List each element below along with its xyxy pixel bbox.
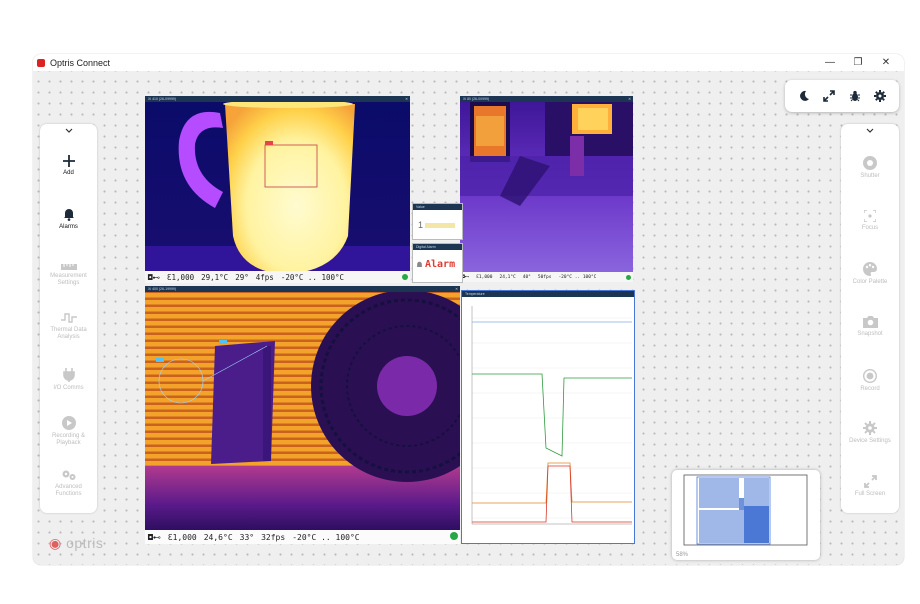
ruler-icon [60,264,77,270]
fov-value: 40° [522,274,531,280]
shutter-button[interactable]: Shutter [841,156,899,180]
alarm-widget[interactable]: Digital Alarm Alarm [412,243,463,283]
widget-header: Temperature [462,291,634,297]
view-header: Xi 410 (26-09999) ✕ [145,96,410,102]
range-value: -20°C .. 100°C [558,274,597,280]
close-view-icon[interactable]: ✕ [455,286,458,292]
view-header: Xi 400 (26-19999) ✕ [145,286,460,292]
pulse-icon [60,313,77,323]
minimap-canvas [683,474,808,546]
advanced-functions-button[interactable]: Advanced Functions [40,469,97,498]
status-ok-icon [450,532,458,540]
thermal-image-mug [145,96,410,283]
fps-value: 4fps [255,272,274,282]
camera-icon: ◘⊷ [148,272,161,282]
emissivity-value: Ɛ1,000 [167,532,197,542]
record-icon [863,369,877,383]
app-logo-icon [37,58,45,67]
alarms-button[interactable]: Alarms [40,208,97,231]
status-bar: ◘⊷ Ɛ1,000 24,1°C 40° 50fps -20°C .. 100°… [460,272,633,282]
app-window: Optris Connect — ❐ ✕ Add Alarms Measurem… [33,54,904,565]
color-palette-button[interactable]: Color Palette [841,262,899,286]
gear-icon[interactable] [874,90,887,102]
full-screen-button[interactable]: Full Screen [841,475,899,498]
bell-icon [416,261,423,267]
temperature-value: 24,6°C [203,532,233,542]
app-title: Optris Connect [50,57,111,68]
thermal-view-fan[interactable]: Xi 400 (26-19999) ✕ ◘⊷ Ɛ1,000 24,6°C 33° … [145,286,460,544]
bug-icon[interactable] [849,90,861,102]
aperture-icon [863,156,877,170]
device-settings-button[interactable]: Device Settings [841,421,899,445]
range-value: -20°C .. 100°C [280,272,345,282]
status-ok-icon [626,275,631,280]
status-ok-icon [402,274,408,280]
minimap[interactable]: 58% [672,470,820,560]
recording-playback-button[interactable]: Recording & Playback [40,416,97,447]
expand-icon[interactable] [823,90,836,102]
optris-logo: ◉ optris [49,535,104,551]
chevron-down-icon[interactable] [841,124,899,140]
snapshot-button[interactable]: Snapshot [841,315,899,338]
close-view-icon[interactable]: ✕ [628,96,631,102]
value-bar [425,223,455,228]
right-panel: Shutter Focus Color Palette Snapshot Rec… [841,124,899,513]
bell-icon [63,209,74,221]
thermal-data-analysis-button[interactable]: Thermal Data Analysis [40,312,97,341]
play-icon [61,416,76,430]
emissivity-value: Ɛ1,000 [476,274,493,280]
view-header: Xi 80 (26-00999) ✕ [460,96,633,102]
restore-button[interactable]: ❐ [844,54,872,71]
thermal-view-mug[interactable]: Xi 410 (26-09999) ✕ ◘⊷ Ɛ1,000 29,1°C 29° … [145,96,410,283]
emissivity-value: Ɛ1,000 [167,272,195,282]
temperature-chart-widget[interactable]: Temperature [461,290,635,544]
top-toolbar [785,80,899,112]
zoom-level: 58% [676,552,689,558]
status-bar: ◘⊷ Ɛ1,000 24,6°C 33° 32fps -20°C .. 100°… [145,530,460,544]
record-button[interactable]: Record [841,369,899,393]
plus-icon [62,155,75,167]
close-button[interactable]: ✕ [872,54,900,71]
widget-header: Value [413,204,462,210]
fov-value: 29° [235,272,249,282]
fps-value: 50fps [537,274,552,280]
io-comms-button[interactable]: I/O Comms [40,368,97,392]
fov-value: 33° [239,532,255,542]
thermal-image-room [460,96,633,282]
temperature-value: 29,1°C [201,272,229,282]
measurement-settings-button[interactable]: Measurement Settings [40,262,97,287]
chevron-down-icon[interactable] [40,124,97,140]
temperature-value: 24,1°C [499,274,516,280]
close-view-icon[interactable]: ✕ [405,96,408,102]
focus-button[interactable]: Focus [841,210,899,232]
moon-icon[interactable] [798,90,810,102]
fullscreen-icon [863,475,877,488]
add-button[interactable]: Add [40,155,97,177]
value-readout: 1 [418,220,424,230]
thermal-image-fan [145,286,460,544]
widget-header: Digital Alarm [413,244,462,250]
title-bar: Optris Connect — ❐ ✕ [33,54,904,71]
thermal-view-room[interactable]: Xi 80 (26-00999) ✕ ◘⊷ Ɛ1,000 24,1°C 40° 5… [460,96,633,282]
fps-value: 32fps [261,532,286,542]
gears-icon [62,470,75,480]
range-value: -20°C .. 100°C [292,532,360,542]
gear-icon [863,421,877,435]
plug-icon [62,368,75,382]
left-panel: Add Alarms Measurement Settings Thermal … [40,124,97,513]
alarm-label: Alarm [425,259,456,270]
camera-icon: ◘⊷ [148,532,161,542]
focus-icon [864,210,876,222]
camera-icon [862,316,878,328]
temperature-plot [471,300,632,525]
palette-icon [863,262,877,276]
status-bar: ◘⊷ Ɛ1,000 29,1°C 29° 4fps -20°C .. 100°C [145,271,410,283]
camera-icon: ◘⊷ [462,274,470,280]
value-widget[interactable]: Value 1 [412,203,463,240]
minimize-button[interactable]: — [816,54,844,71]
